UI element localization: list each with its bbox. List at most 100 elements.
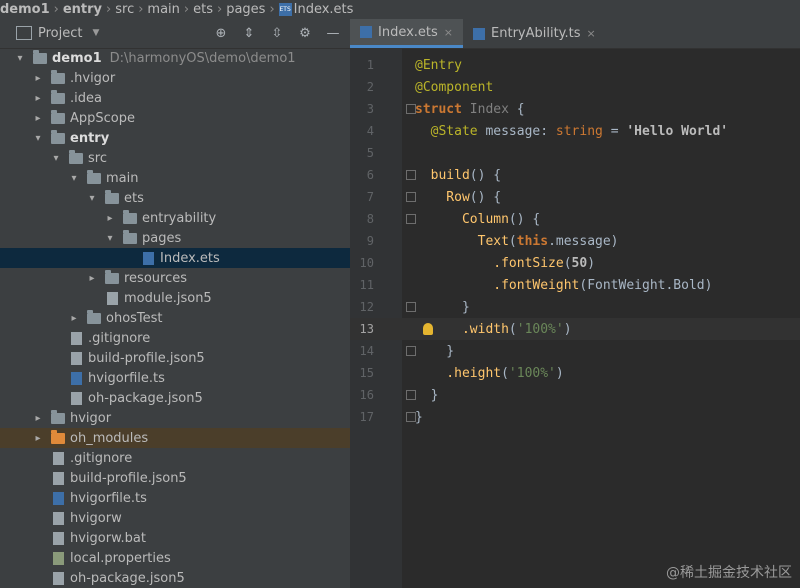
chevron-right-icon[interactable]: ▸ — [32, 93, 44, 104]
tree-item[interactable]: local.properties — [0, 548, 350, 568]
code-line[interactable]: 8 Column() { — [350, 208, 800, 230]
code-line[interactable]: 3 struct Index { — [350, 98, 800, 120]
tree-item[interactable]: ▸ hvigor — [0, 408, 350, 428]
tree-item-label: oh-package.json5 — [70, 570, 185, 586]
code-token: Index — [469, 101, 509, 117]
breadcrumb-item[interactable]: demo1 — [0, 2, 54, 17]
code-token: .height — [415, 365, 502, 381]
tree-item[interactable]: hvigorfile.ts — [0, 488, 350, 508]
chevron-down-icon[interactable]: ▾ — [14, 53, 26, 64]
tree-item[interactable]: .gitignore — [0, 448, 350, 468]
gear-icon[interactable]: ⚙ — [296, 24, 314, 42]
tree-item-label: build-profile.json5 — [88, 350, 205, 366]
tree-item[interactable]: ▸ ohosTest — [0, 308, 350, 328]
tree-item[interactable]: ▾ src — [0, 148, 350, 168]
tree-item[interactable]: ▾ entry — [0, 128, 350, 148]
code-token: 50 — [571, 255, 588, 271]
breadcrumb-item[interactable]: src — [111, 2, 138, 17]
chevron-down-icon[interactable]: ▾ — [86, 193, 98, 204]
tree-item[interactable]: build-profile.json5 — [0, 348, 350, 368]
tree-item[interactable]: .gitignore — [0, 328, 350, 348]
chevron-down-icon[interactable]: ▾ — [104, 233, 116, 244]
tree-item[interactable]: ▾ main — [0, 168, 350, 188]
chevron-down-icon[interactable]: ▾ — [68, 173, 80, 184]
close-icon[interactable]: × — [587, 27, 596, 40]
tree-item[interactable]: ▸ .idea — [0, 88, 350, 108]
code-token: '100%' — [516, 321, 564, 337]
file-icon — [50, 511, 66, 525]
breadcrumb-item[interactable]: pages — [222, 2, 269, 17]
breadcrumb-label: demo1 — [0, 1, 50, 17]
breadcrumb-item[interactable]: ets — [189, 2, 217, 17]
chevron-right-icon[interactable]: ▸ — [86, 273, 98, 284]
code-line[interactable]: 13 .width('100%') — [350, 318, 800, 340]
code-line[interactable]: 2 @Component — [350, 76, 800, 98]
file-icon — [68, 351, 84, 365]
breadcrumb-item[interactable]: main — [143, 2, 183, 17]
code-token: } — [415, 343, 455, 359]
code-line[interactable]: 15 .height('100%') — [350, 362, 800, 384]
code-token: } — [415, 409, 423, 425]
tree-item[interactable]: oh-package.json5 — [0, 568, 350, 588]
tree-item[interactable]: Index.ets — [0, 248, 350, 268]
ts-file-icon — [473, 27, 486, 40]
code-line[interactable]: 5 — [350, 142, 800, 164]
tree-item[interactable]: ▸ resources — [0, 268, 350, 288]
chevron-right-icon[interactable]: ▸ — [32, 73, 44, 84]
breadcrumb-item[interactable]: entry — [59, 2, 106, 17]
project-panel-title[interactable]: Project — [38, 26, 82, 41]
chevron-right-icon[interactable]: ▸ — [32, 413, 44, 424]
code-line[interactable]: 14 } — [350, 340, 800, 362]
tree-item[interactable]: build-profile.json5 — [0, 468, 350, 488]
chevron-down-icon[interactable]: ▾ — [32, 133, 44, 144]
tree-item[interactable]: oh-package.json5 — [0, 388, 350, 408]
editor-tab[interactable]: Index.ets × — [350, 19, 464, 48]
expand-all-icon[interactable]: ⇕ — [240, 24, 258, 42]
code-line[interactable]: 11 .fontWeight(FontWeight.Bold) — [350, 274, 800, 296]
code-line[interactable]: 10 .fontSize(50) — [350, 252, 800, 274]
code-line[interactable]: 4 @State message: string = 'Hello World' — [350, 120, 800, 142]
code-area[interactable]: 1 @Entry 2 @Component 3 struct Index {4 @Stat… — [350, 48, 800, 588]
code-line[interactable]: 17} — [350, 406, 800, 428]
code-token: this — [516, 233, 549, 249]
folder-icon — [50, 429, 66, 445]
code-token: () { — [469, 167, 502, 183]
folder-icon — [50, 409, 66, 425]
chevron-right-icon[interactable]: ▸ — [68, 313, 80, 324]
code-line[interactable]: 12 } — [350, 296, 800, 318]
chevron-right-icon[interactable]: ▸ — [32, 113, 44, 124]
chevron-right-icon[interactable]: ▸ — [104, 213, 116, 224]
line-number: 6 — [366, 168, 374, 182]
tree-item[interactable]: ▸ entryability — [0, 208, 350, 228]
tree-item[interactable]: ▸ AppScope — [0, 108, 350, 128]
tree-item[interactable]: hvigorw — [0, 508, 350, 528]
tree-item-label: AppScope — [70, 110, 135, 126]
code-token: '100%' — [508, 365, 556, 381]
tree-item-label: src — [88, 150, 107, 166]
chevron-right-icon[interactable]: ▸ — [32, 433, 44, 444]
breadcrumb-item[interactable]: ETS Index.ets — [275, 2, 358, 17]
tree-item[interactable]: ▾ demo1 D:\harmonyOS\demo\demo1 — [0, 48, 350, 68]
code-token: 'Hello World' — [626, 123, 729, 139]
tree-item[interactable]: module.json5 — [0, 288, 350, 308]
code-line[interactable]: 7 Row() { — [350, 186, 800, 208]
tree-item[interactable]: ▸ oh_modules — [0, 428, 350, 448]
code-text: struct Index { — [415, 102, 525, 117]
tree-item[interactable]: hvigorfile.ts — [0, 368, 350, 388]
tree-item[interactable]: hvigorw.bat — [0, 528, 350, 548]
code-line[interactable]: 6 build() { — [350, 164, 800, 186]
tree-item[interactable]: ▾ ets — [0, 188, 350, 208]
ets-file-icon — [360, 26, 372, 38]
code-line[interactable]: 16 } — [350, 384, 800, 406]
code-line[interactable]: 9 Text(this.message) — [350, 230, 800, 252]
collapse-all-icon[interactable]: ⇳ — [268, 24, 286, 42]
minimize-icon[interactable]: — — [324, 24, 342, 42]
code-line[interactable]: 1 @Entry — [350, 54, 800, 76]
editor-tab[interactable]: EntryAbility.ts × — [463, 19, 606, 48]
chevron-down-icon[interactable]: ▾ — [50, 153, 62, 164]
locate-icon[interactable]: ⊕ — [212, 24, 230, 42]
tree-item[interactable]: ▾ pages — [0, 228, 350, 248]
tree-item[interactable]: ▸ .hvigor — [0, 68, 350, 88]
chevron-down-icon[interactable]: ▼ — [92, 28, 99, 38]
close-icon[interactable]: × — [444, 26, 453, 39]
